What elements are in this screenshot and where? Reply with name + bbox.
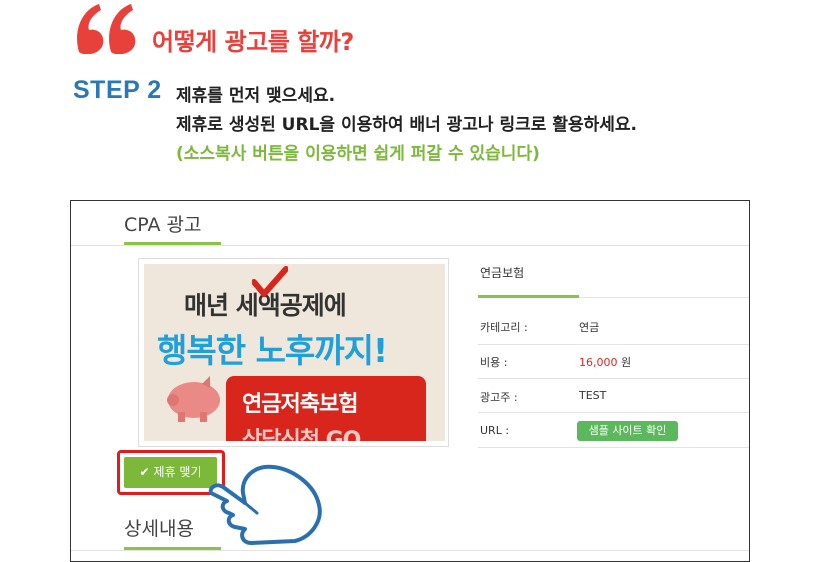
info-title-underline bbox=[478, 295, 579, 298]
price-amount: 16,000 bbox=[579, 356, 618, 369]
row-label-url: URL : bbox=[480, 424, 510, 437]
instruction-line-2: 제휴로 생성된 URL을 이용하여 배너 광고나 링크로 활용하세요. bbox=[176, 115, 637, 135]
join-button-label: 제휴 맺기 bbox=[153, 465, 202, 479]
banner-line-2: 행복한 노후까지! bbox=[157, 331, 388, 370]
checkmark-icon bbox=[252, 266, 288, 297]
info-divider-1 bbox=[478, 344, 749, 345]
detail-divider bbox=[71, 550, 749, 551]
sample-site-button[interactable]: 샘플 사이트 확인 bbox=[577, 421, 678, 441]
instruction-line-1: 제휴를 먼저 맺으세요. bbox=[176, 86, 336, 106]
row-value-advertiser: TEST bbox=[579, 389, 607, 402]
row-value-cost: 16,000 원 bbox=[579, 354, 631, 370]
row-value-category: 연금 bbox=[579, 321, 600, 334]
banner-line-4: 상담신청 GO bbox=[242, 428, 361, 441]
ad-banner-image: 매년 세액공제에 행복한 노후까지! 연금저축보험 상담신청 GO bbox=[144, 264, 445, 441]
info-divider-4 bbox=[478, 447, 749, 448]
page-title: 어떻게 광고를 할까? bbox=[152, 28, 354, 56]
piggy-bank-icon bbox=[167, 376, 220, 422]
check-icon: ✔ bbox=[139, 465, 150, 479]
row-label-advertiser: 광고주 : bbox=[480, 391, 518, 404]
info-divider-3 bbox=[478, 412, 749, 413]
price-unit: 원 bbox=[621, 356, 632, 369]
step-label: STEP 2 bbox=[73, 76, 162, 104]
instructions: 제휴를 먼저 맺으세요. 제휴로 생성된 URL을 이용하여 배너 광고나 링크… bbox=[176, 82, 637, 169]
section-divider bbox=[71, 245, 749, 246]
quote-mark-icon bbox=[77, 4, 136, 54]
section-title-cpa: CPA 광고 bbox=[124, 214, 202, 236]
info-divider-0 bbox=[579, 297, 749, 298]
row-label-cost: 비용 : bbox=[480, 356, 508, 369]
banner-line-3: 연금저축보험 bbox=[242, 392, 358, 417]
instruction-note: (소스복사 버튼을 이용하면 쉽게 퍼갈 수 있습니다) bbox=[176, 144, 540, 164]
section-title-detail: 상세내용 bbox=[124, 518, 194, 540]
info-divider-2 bbox=[478, 378, 749, 379]
pointing-hand-icon bbox=[208, 464, 322, 545]
row-label-category: 카테고리 : bbox=[480, 321, 528, 334]
ad-product-title: 연금보험 bbox=[480, 266, 525, 280]
ad-banner-thumbnail[interactable]: 매년 세액공제에 행복한 노후까지! 연금저축보험 상담신청 GO bbox=[138, 258, 449, 447]
ad-detail-panel: CPA 광고 매년 세액공제에 행복한 노후까지! 연금저축보험 상담신청 GO… bbox=[70, 200, 750, 562]
join-partnership-button[interactable]: ✔ 제휴 맺기 bbox=[124, 457, 217, 488]
